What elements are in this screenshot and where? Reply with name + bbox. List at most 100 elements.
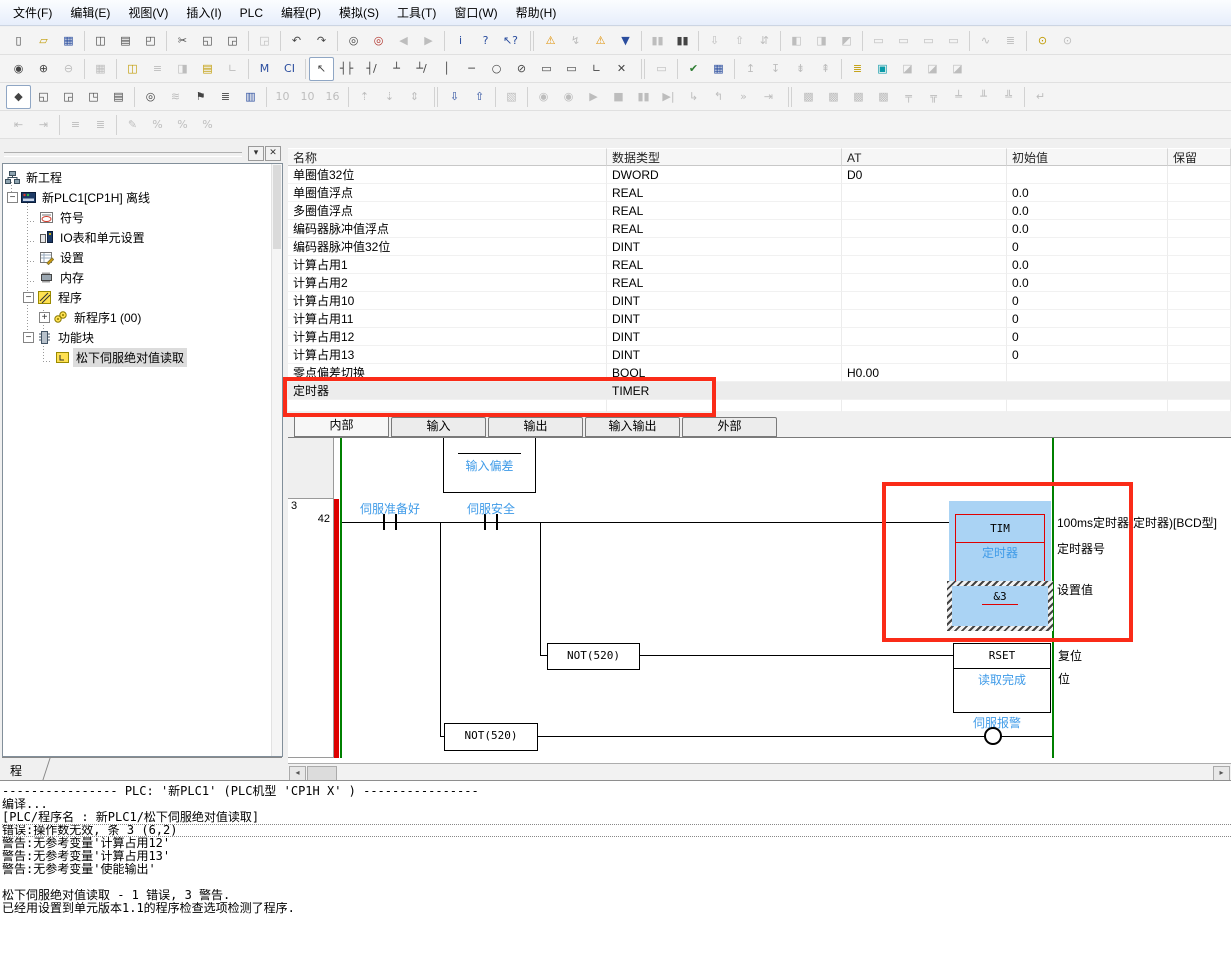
tree-scrollbar[interactable] (271, 164, 282, 756)
table-row[interactable]: 单圈值浮点REAL0.0 (288, 184, 1231, 202)
undo-button[interactable]: ↶ (284, 29, 309, 53)
column-header[interactable]: 保留 (1168, 148, 1231, 166)
sheet-tab-1[interactable]: 输入 (391, 417, 486, 437)
local-symbols-button[interactable]: ▤ (195, 57, 220, 81)
new-closed-instruction-button[interactable]: ▭ (559, 57, 584, 81)
collapse-icon[interactable]: − (7, 192, 18, 203)
transfer-from-plc-button[interactable]: ⇧ (467, 85, 492, 109)
menu-item-2[interactable]: 视图(V) (119, 0, 177, 25)
replace-button[interactable]: ◎ (366, 29, 391, 53)
new-closed-coil-button[interactable]: ⊘ (509, 57, 534, 81)
tree-item-4[interactable]: 设置 (3, 247, 282, 267)
bookmark-button[interactable]: ⚑ (188, 85, 213, 109)
print-button[interactable]: ▤ (113, 29, 138, 53)
online-edit-grid-button[interactable]: ▦ (706, 57, 731, 81)
sheet-tab-0[interactable]: 内部 (294, 414, 389, 437)
find-warning-button[interactable]: ⚠ (588, 29, 613, 53)
column-header[interactable]: AT (842, 148, 1007, 166)
crossref-toggle-button[interactable]: ◳ (81, 85, 106, 109)
scroll-right-button[interactable]: ▸ (1213, 766, 1230, 781)
menu-item-0[interactable]: 文件(F) (4, 0, 61, 25)
scrollbar-thumb[interactable] (307, 766, 337, 781)
collapse-icon[interactable]: − (23, 332, 34, 343)
open-file-button[interactable]: ▱ (31, 29, 56, 53)
zoom-button[interactable]: ◉ (6, 57, 31, 81)
properties-button[interactable]: ▤ (106, 85, 131, 109)
io-comment-view-button[interactable]: CI (277, 57, 302, 81)
table-row[interactable]: 计算占用13DINT0 (288, 346, 1231, 364)
table-row[interactable]: 多圈值浮点REAL0.0 (288, 202, 1231, 220)
find-in-files-button[interactable]: ◫ (88, 29, 113, 53)
compile-button[interactable]: ⚠ (538, 29, 563, 53)
save-button[interactable]: ▦ (56, 29, 81, 53)
new-instruction-button[interactable]: ▭ (534, 57, 559, 81)
tree-item-0[interactable]: 新工程 (3, 167, 282, 187)
menu-item-6[interactable]: 模拟(S) (330, 0, 388, 25)
transfer-to-plc-button[interactable]: ⇩ (442, 85, 467, 109)
tree-item-5[interactable]: 内存 (3, 267, 282, 287)
mnemonic-view-button[interactable]: M (252, 57, 277, 81)
workspace-tab[interactable] (0, 758, 51, 780)
prev-instruction-box[interactable]: 输入偏差 (443, 438, 536, 493)
tree-item-7[interactable]: +新程序1 (00) (3, 307, 282, 327)
new-file-button[interactable]: ▯ (6, 29, 31, 53)
dock-grip[interactable] (4, 152, 242, 157)
sheet-tab-3[interactable]: 输入输出 (585, 417, 680, 437)
table-row[interactable]: 单圈值32位DWORDD0 (288, 166, 1231, 184)
workspace-toggle-button[interactable]: ◆ (6, 85, 31, 109)
tree-item-8[interactable]: −功能块 (3, 327, 282, 347)
table-row[interactable]: 计算占用11DINT0 (288, 310, 1231, 328)
set-password-button[interactable]: ⊙ (1030, 29, 1055, 53)
menu-item-8[interactable]: 窗口(W) (445, 0, 506, 25)
tree-item-6[interactable]: −程序 (3, 287, 282, 307)
binary-monitor-button[interactable]: ▥ (238, 85, 263, 109)
horizontal-line-button[interactable]: ─ (459, 57, 484, 81)
tree-item-1[interactable]: −新PLC1[CP1H] 离线 (3, 187, 282, 207)
table-row[interactable]: 编码器脉冲值32位DINT0 (288, 238, 1231, 256)
or-contact-button[interactable]: ┴ (384, 57, 409, 81)
watch-toggle-button[interactable]: ◲ (56, 85, 81, 109)
column-header[interactable]: 初始值 (1007, 148, 1168, 166)
vertical-line-button[interactable]: │ (434, 57, 459, 81)
tree-item-9[interactable]: 松下伺服绝对值读取 (3, 347, 282, 367)
menu-item-4[interactable]: PLC (231, 2, 272, 24)
menu-item-3[interactable]: 插入(I) (177, 0, 230, 25)
paste-button[interactable]: ◲ (220, 29, 245, 53)
sheet-tab-4[interactable]: 外部 (682, 417, 777, 437)
collapse-icon[interactable]: − (23, 292, 34, 303)
column-header[interactable]: 名称 (288, 148, 607, 166)
ladder-editor[interactable]: 3 42 输入偏差 伺服准备好 伺服安全 TIM 定时器 &3 (288, 437, 1231, 763)
help-button[interactable]: ? (473, 29, 498, 53)
pause-button[interactable]: ▮▮ (670, 29, 695, 53)
find-button[interactable]: ◎ (341, 29, 366, 53)
menu-item-1[interactable]: 编辑(E) (61, 0, 119, 25)
new-coil-button[interactable]: ○ (484, 57, 509, 81)
ladder-hscrollbar[interactable]: ◂ ▸ (288, 763, 1231, 780)
tree-item-2[interactable]: 符号 (3, 207, 282, 227)
menu-item-7[interactable]: 工具(T) (388, 0, 445, 25)
menu-item-5[interactable]: 编程(P) (272, 0, 330, 25)
edit-find-button[interactable]: ◎ (138, 85, 163, 109)
table-row[interactable]: 计算占用2REAL0.0 (288, 274, 1231, 292)
scroll-left-button[interactable]: ◂ (289, 766, 306, 781)
line-corner-button[interactable]: ∟ (584, 57, 609, 81)
context-help-button[interactable]: ↖? (498, 29, 523, 53)
column-header[interactable]: 数据类型 (607, 148, 842, 166)
menu-item-9[interactable]: 帮助(H) (507, 0, 566, 25)
table-row[interactable]: 计算占用1REAL0.0 (288, 256, 1231, 274)
output-coil[interactable] (984, 727, 1002, 745)
copy-button[interactable]: ◱ (195, 29, 220, 53)
dock-close-button[interactable]: ✕ (265, 146, 281, 161)
delete-branch-button[interactable]: ✕ (609, 57, 634, 81)
symbols-table-button[interactable]: ◫ (120, 57, 145, 81)
not-instruction-1[interactable]: NOT(520) (547, 643, 640, 670)
or-closed-contact-button[interactable]: ┴/ (409, 57, 434, 81)
cut-button[interactable]: ✂ (170, 29, 195, 53)
fb-list-button[interactable]: ≣ (845, 57, 870, 81)
rset-instruction-block[interactable]: RSET 读取完成 (953, 643, 1051, 713)
tree-scrollbar-thumb[interactable] (273, 165, 281, 249)
not-instruction-2[interactable]: NOT(520) (444, 723, 538, 751)
print-preview-button[interactable]: ◰ (138, 29, 163, 53)
tree-item-3[interactable]: IO表和单元设置 (3, 227, 282, 247)
table-row[interactable]: 计算占用12DINT0 (288, 328, 1231, 346)
